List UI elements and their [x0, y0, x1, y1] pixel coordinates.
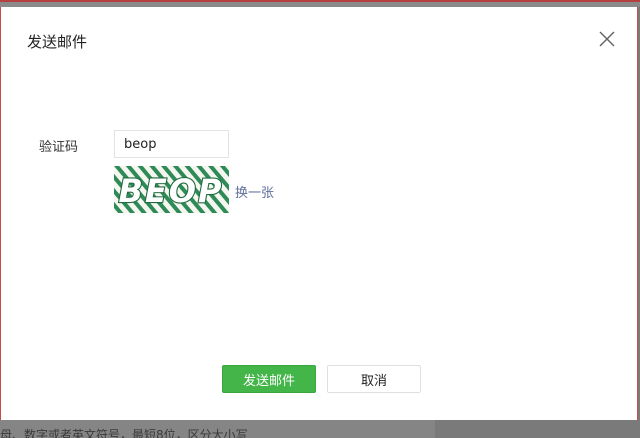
backdrop-top	[0, 0, 640, 7]
backdrop-top-border	[0, 0, 640, 2]
send-mail-dialog: 发送邮件 验证码 BEOP 换一张 发送邮件 取消	[0, 7, 638, 420]
captcha-label: 验证码	[39, 140, 79, 155]
captcha-image[interactable]: BEOP	[114, 166, 229, 213]
password-hint-text: 母、数字或者英文符号，最短8位，区分大小写	[0, 428, 248, 438]
refresh-captcha-link[interactable]: 换一张	[235, 182, 274, 201]
send-mail-button[interactable]: 发送邮件	[222, 365, 316, 393]
captcha-image-text: BEOP	[119, 172, 224, 210]
close-icon[interactable]	[597, 29, 617, 49]
close-icon-glyph	[599, 31, 615, 47]
dialog-title: 发送邮件	[27, 33, 88, 51]
captcha-input[interactable]	[114, 130, 229, 158]
cancel-button[interactable]: 取消	[327, 365, 421, 393]
backdrop-bottom: 母、数字或者英文符号，最短8位，区分大小写	[0, 420, 640, 438]
